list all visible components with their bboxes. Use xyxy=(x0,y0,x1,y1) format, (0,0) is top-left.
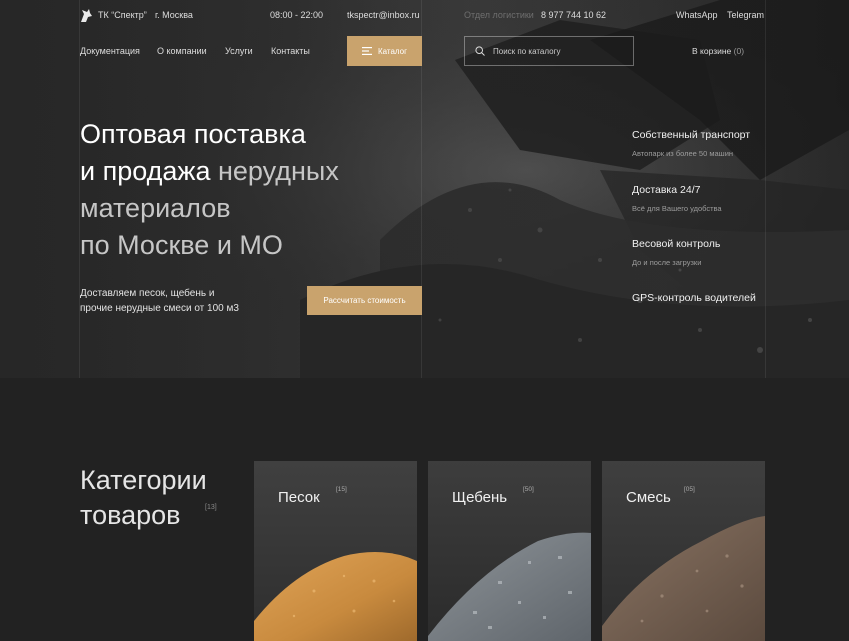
search-input[interactable] xyxy=(493,46,623,56)
grid-line xyxy=(765,0,766,378)
categories-count: [13] xyxy=(205,504,217,511)
category-count: [05] xyxy=(684,486,695,493)
categories-heading: Категории товаров xyxy=(80,463,207,533)
feature-title: Собственный транспорт xyxy=(632,129,751,141)
calculate-price-button[interactable]: Рассчитать стоимость xyxy=(307,286,422,315)
nav-item-services[interactable]: Услуги xyxy=(225,46,253,56)
category-count: [15] xyxy=(336,486,347,493)
feature-desc: Всё для Вашего удобства xyxy=(632,204,722,213)
gravel-image xyxy=(428,461,591,641)
feature-item: Собственный транспорт Автопарк из более … xyxy=(632,129,750,158)
categories-heading-line1: Категории xyxy=(80,465,207,495)
logistics-label: Отдел логистики xyxy=(464,10,534,20)
top-bar: ТК “Спектр” г. Москва 08:00 - 22:00 tksp… xyxy=(0,10,849,24)
feature-desc: До и после загрузки xyxy=(632,258,702,267)
cart-count: (0) xyxy=(733,46,745,56)
feature-desc: Автопарк из более 50 машин xyxy=(632,149,734,158)
nav-item-documentation[interactable]: Документация xyxy=(80,46,140,56)
hero-title-line2-gray: нерудных xyxy=(218,156,339,186)
feature-title: GPS-контроль водителей xyxy=(632,292,756,304)
hero-title-line3: материалов xyxy=(80,193,231,223)
hero-subtitle-line2: прочие нерудные смеси от 100 м3 xyxy=(80,303,239,314)
telegram-link[interactable]: Telegram xyxy=(727,10,764,20)
category-name: Песок xyxy=(278,489,320,506)
catalog-button[interactable]: Каталог xyxy=(347,36,422,66)
company-name[interactable]: ТК “Спектр” xyxy=(98,10,147,20)
hero-title-line4: по Москве и МО xyxy=(80,230,283,260)
category-card-sand[interactable]: Песок [15] xyxy=(254,461,417,641)
hero-subtitle-line1: Доставляем песок, щебень и xyxy=(80,288,215,299)
category-count: [50] xyxy=(523,486,534,493)
categories-heading-line2: товаров xyxy=(80,500,181,530)
hero-subtitle: Доставляем песок, щебень и прочие нерудн… xyxy=(80,286,280,316)
phone-link[interactable]: 8 977 744 10 62 xyxy=(541,10,606,20)
email-link[interactable]: tkspectr@inbox.ru xyxy=(347,10,420,20)
working-hours: 08:00 - 22:00 xyxy=(270,10,324,20)
hero-title-line2-white: и продажа xyxy=(80,156,218,186)
category-name: Смесь xyxy=(626,489,671,506)
feature-item: Доставка 24/7 Всё для Вашего удобства xyxy=(632,184,722,213)
nav-item-about[interactable]: О компании xyxy=(157,46,207,56)
hero-title: Оптовая поставка и продажа нерудных мате… xyxy=(80,116,420,264)
whatsapp-link[interactable]: WhatsApp xyxy=(676,10,718,20)
feature-item: Весовой контроль До и после загрузки xyxy=(632,238,720,267)
search-icon xyxy=(475,46,485,56)
nav-item-contacts[interactable]: Контакты xyxy=(271,46,310,56)
catalog-button-label: Каталог xyxy=(377,46,408,56)
feature-item: GPS-контроль водителей xyxy=(632,292,756,304)
cart-label: В корзине xyxy=(692,46,732,56)
hero-title-line1: Оптовая поставка xyxy=(80,119,306,149)
feature-title: Доставка 24/7 xyxy=(632,184,701,196)
hero-section: ТК “Спектр” г. Москва 08:00 - 22:00 tksp… xyxy=(0,0,849,378)
search-box[interactable] xyxy=(464,36,634,66)
cart-link[interactable]: В корзине (0) xyxy=(692,46,744,56)
category-card-mix[interactable]: Смесь [05] xyxy=(602,461,765,641)
city-label: г. Москва xyxy=(155,10,193,20)
feature-title: Весовой контроль xyxy=(632,238,721,250)
category-card-gravel[interactable]: Щебень [50] xyxy=(428,461,591,641)
menu-lines-icon xyxy=(361,47,372,55)
category-name: Щебень xyxy=(452,489,508,506)
